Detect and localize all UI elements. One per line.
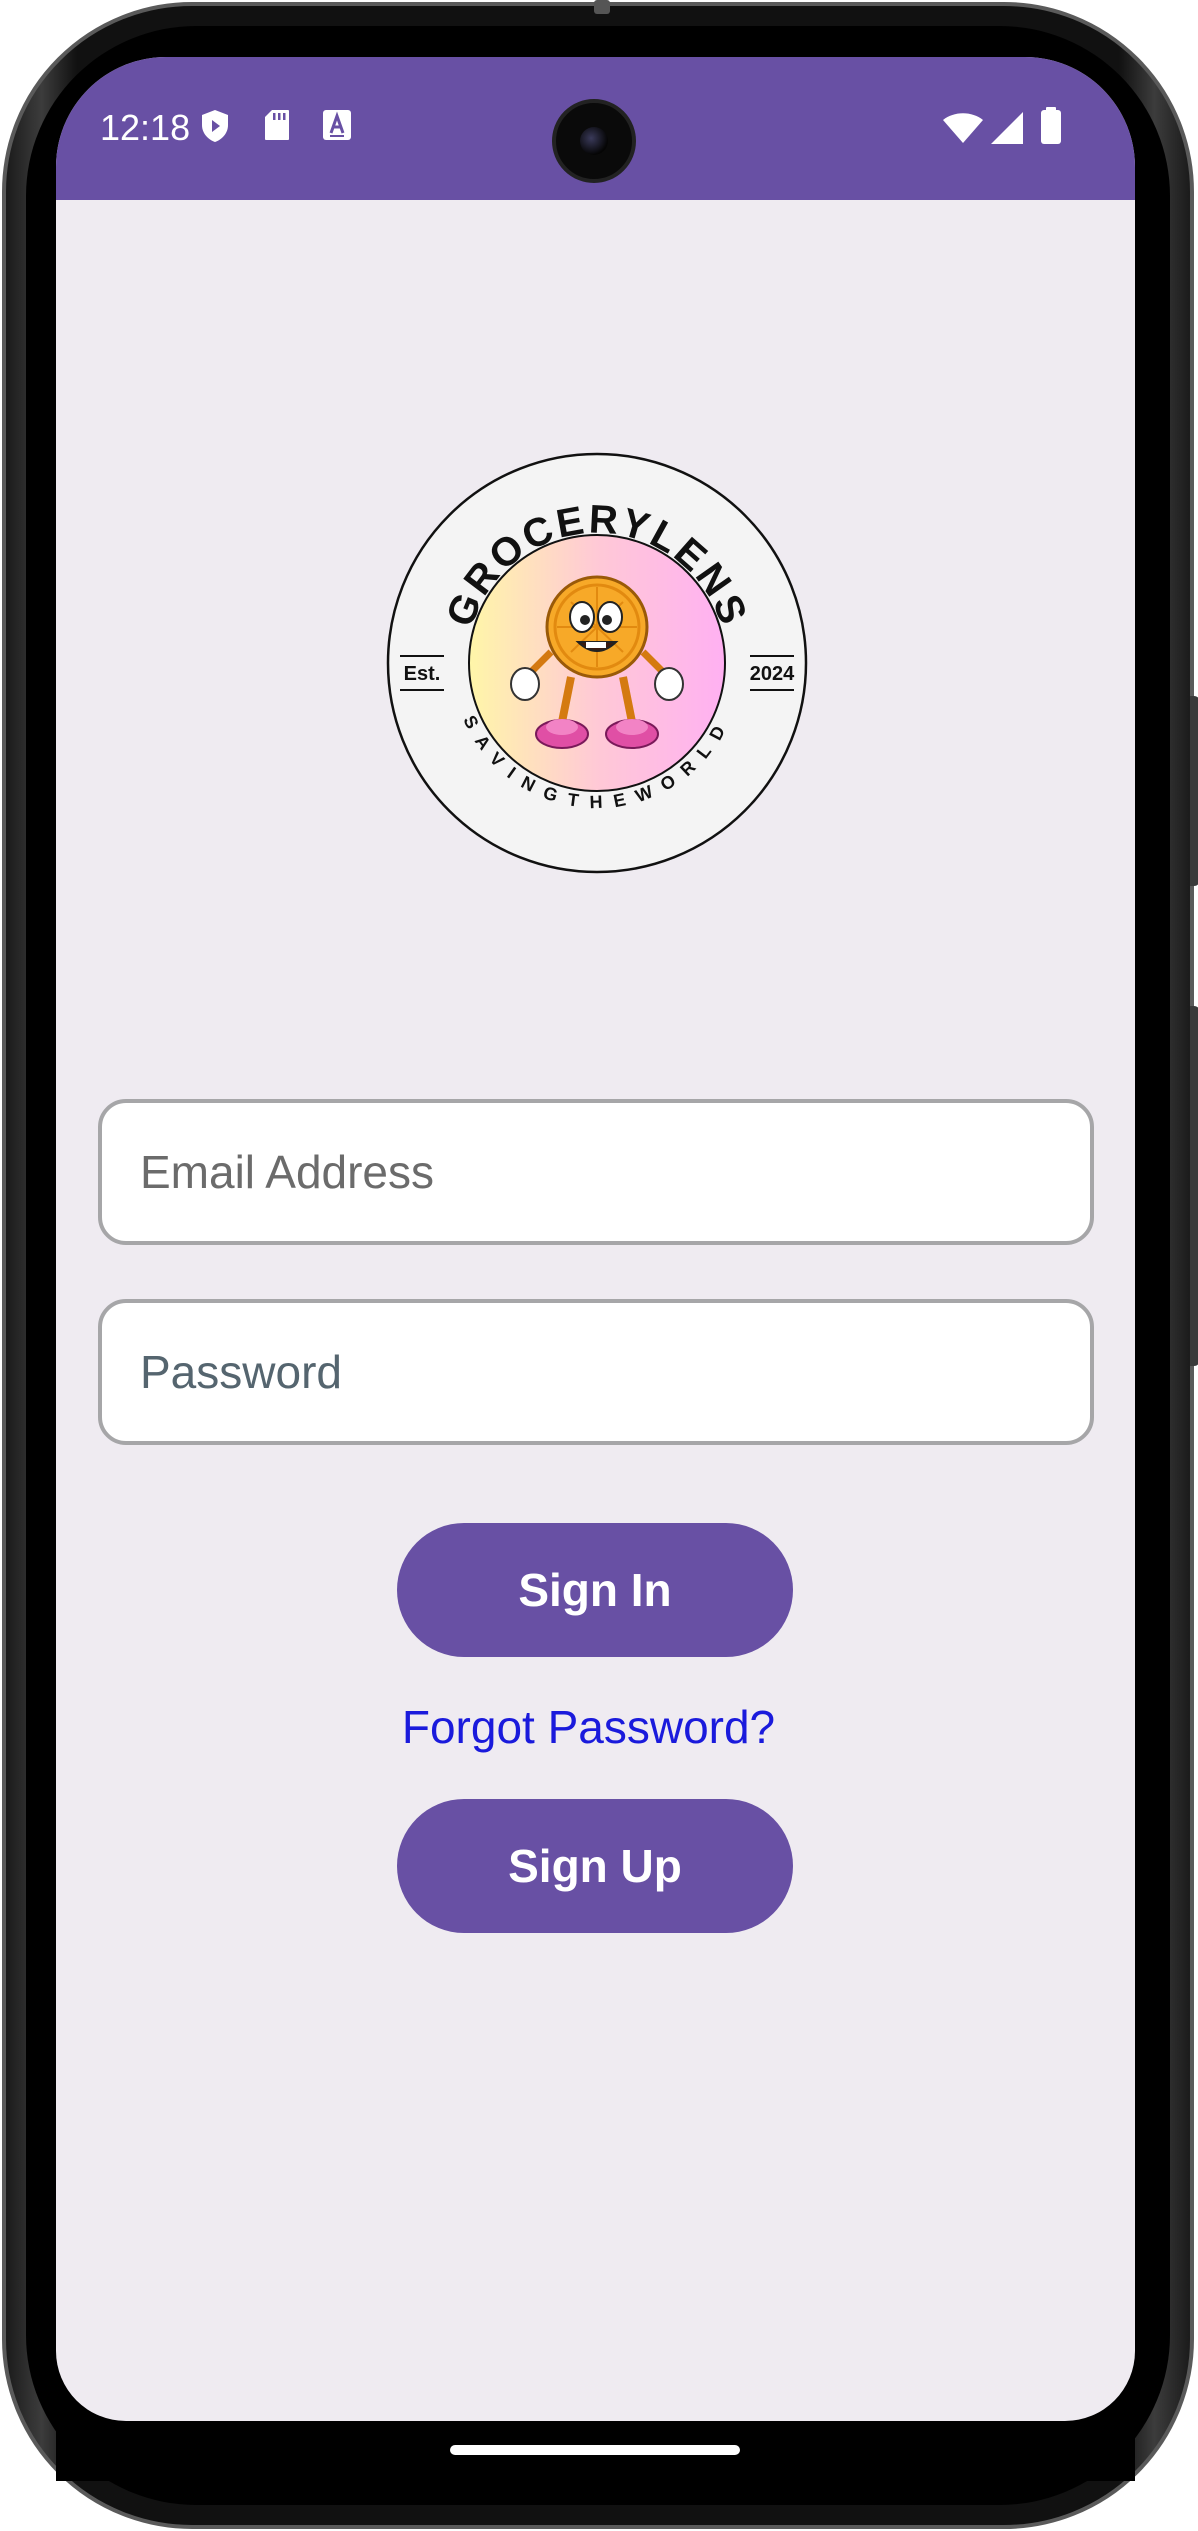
sign-in-button[interactable]: Sign In: [397, 1523, 793, 1657]
frame-antenna-notch: [594, 0, 610, 14]
app-logo: GROCERYLENS SAVINGTHEWORLD Est. 2024: [386, 452, 808, 874]
email-field[interactable]: [98, 1099, 1094, 1245]
logo-year-text: 2024: [750, 663, 795, 685]
cell-signal-icon: [990, 111, 1024, 150]
keyboard-a-icon: [322, 109, 352, 146]
wifi-icon: [942, 112, 984, 149]
power-button: [1190, 696, 1198, 886]
home-indicator[interactable]: [450, 2445, 740, 2455]
volume-button: [1190, 1006, 1198, 1366]
battery-icon: [1040, 107, 1062, 150]
status-bar: 12:18: [56, 57, 1135, 200]
forgot-password-link[interactable]: Forgot Password?: [56, 1700, 1135, 1754]
logo-est-text: Est.: [404, 663, 441, 685]
app-screen: 12:18 GROCERYLENS SAVINGTHEWORLD Est. 20…: [56, 57, 1135, 2421]
password-field[interactable]: [98, 1299, 1094, 1445]
front-camera: [552, 99, 636, 183]
shield-icon: [200, 109, 230, 148]
sign-up-button[interactable]: Sign Up: [397, 1799, 793, 1933]
sd-card-icon: [264, 109, 290, 146]
status-time: 12:18: [100, 107, 191, 148]
